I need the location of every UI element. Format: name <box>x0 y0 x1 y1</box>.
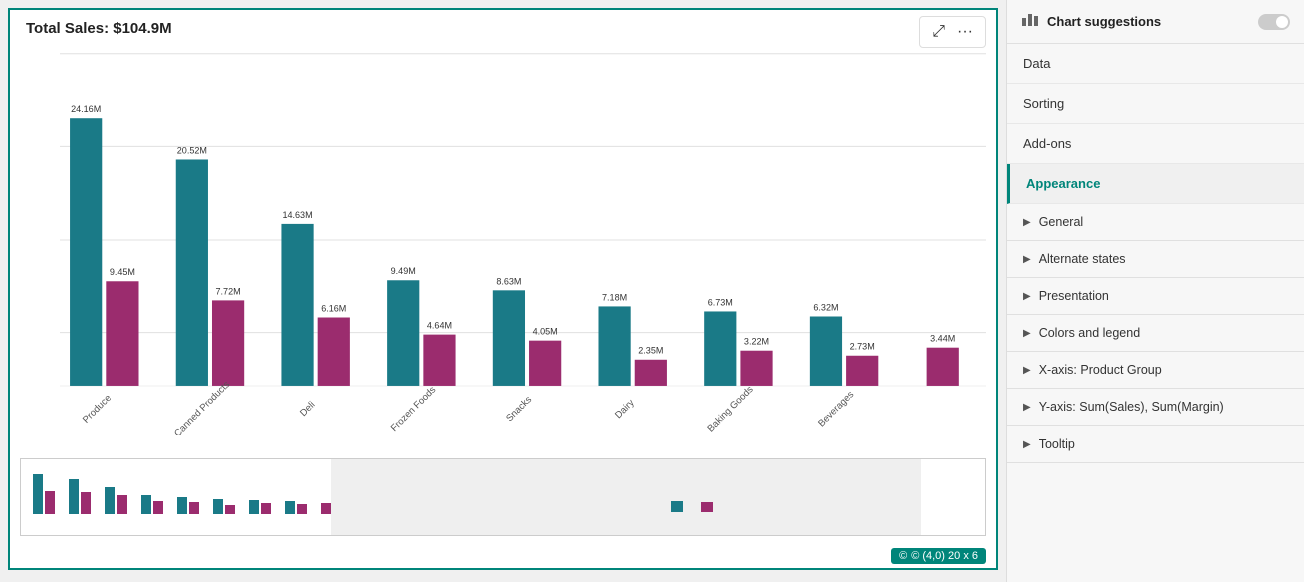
svg-text:Deli: Deli <box>298 400 317 419</box>
section-header-alternate-states[interactable]: ▶ Alternate states <box>1007 241 1304 277</box>
bar-sales-frozen[interactable] <box>387 280 419 386</box>
bar-sales-dairy[interactable] <box>598 306 630 386</box>
section-general: ▶ General <box>1007 204 1304 241</box>
section-header-presentation[interactable]: ▶ Presentation <box>1007 278 1304 314</box>
svg-text:3.44M: 3.44M <box>930 334 955 344</box>
chart-title: Total Sales: $104.9M <box>10 10 996 41</box>
bar-margin-dairy[interactable] <box>635 360 667 386</box>
svg-text:7.72M: 7.72M <box>216 286 241 296</box>
section-alternate-states: ▶ Alternate states <box>1007 241 1304 278</box>
right-panel: Chart suggestions Data Sorting Add-ons A… <box>1006 0 1304 582</box>
svg-text:6.73M: 6.73M <box>708 297 733 307</box>
section-header-general[interactable]: ▶ General <box>1007 204 1304 240</box>
chart-wrapper: ⤢ ··· Total Sales: $104.9M 30M 20M 10M 0 <box>8 8 998 570</box>
chevron-right-icon-alternate: ▶ <box>1023 254 1031 265</box>
svg-text:3.22M: 3.22M <box>744 337 769 347</box>
status-icon: © <box>899 550 907 562</box>
svg-text:Baking Goods: Baking Goods <box>705 384 755 434</box>
chevron-right-icon-general: ▶ <box>1023 217 1031 228</box>
chart-suggestions-toggle[interactable] <box>1258 14 1290 30</box>
bar-sales-baking[interactable] <box>704 311 736 385</box>
nav-item-appearance[interactable]: Appearance <box>1007 164 1304 204</box>
svg-text:9.45M: 9.45M <box>110 267 135 277</box>
svg-text:24.16M: 24.16M <box>71 104 101 114</box>
bar-chart-svg: 30M 20M 10M 0 24.16M 9.45M Produce <box>60 45 986 435</box>
svg-text:20.52M: 20.52M <box>177 145 207 155</box>
bar-sales-deli[interactable] <box>281 224 313 386</box>
svg-text:4.05M: 4.05M <box>533 327 558 337</box>
bar-margin-beverages[interactable] <box>846 356 878 386</box>
svg-text:6.16M: 6.16M <box>321 303 346 313</box>
section-presentation: ▶ Presentation <box>1007 278 1304 315</box>
section-label-y-axis: Y-axis: Sum(Sales), Sum(Margin) <box>1039 400 1224 414</box>
bar-sales-canned[interactable] <box>176 159 208 385</box>
svg-text:2.35M: 2.35M <box>638 346 663 356</box>
section-tooltip: ▶ Tooltip <box>1007 426 1304 463</box>
mini-chart-area <box>20 458 986 536</box>
nav-label-data: Data <box>1023 56 1050 71</box>
section-x-axis: ▶ X-axis: Product Group <box>1007 352 1304 389</box>
svg-text:Beverages: Beverages <box>816 389 856 429</box>
panel-header-title: Chart suggestions <box>1047 14 1258 29</box>
chart-container: ⤢ ··· Total Sales: $104.9M 30M 20M 10M 0 <box>0 0 1006 582</box>
bar-margin-deli[interactable] <box>318 318 350 386</box>
svg-text:Dairy: Dairy <box>613 397 637 421</box>
section-header-x-axis[interactable]: ▶ X-axis: Product Group <box>1007 352 1304 388</box>
bar-sales-snacks[interactable] <box>493 290 525 386</box>
nav-item-addons[interactable]: Add-ons <box>1007 124 1304 164</box>
section-colors-legend: ▶ Colors and legend <box>1007 315 1304 352</box>
nav-item-data[interactable]: Data <box>1007 44 1304 84</box>
svg-text:6.32M: 6.32M <box>813 302 838 312</box>
svg-text:Snacks: Snacks <box>504 394 534 424</box>
chevron-right-icon-yaxis: ▶ <box>1023 402 1031 413</box>
section-header-tooltip[interactable]: ▶ Tooltip <box>1007 426 1304 462</box>
chevron-right-icon-tooltip: ▶ <box>1023 439 1031 450</box>
status-text: © (4,0) 20 x 6 <box>911 550 978 562</box>
svg-text:8.63M: 8.63M <box>496 276 521 286</box>
bar-chart-icon <box>1021 10 1039 33</box>
status-bar: © © (4,0) 20 x 6 <box>891 548 986 564</box>
svg-text:4.64M: 4.64M <box>427 321 452 331</box>
svg-text:14.63M: 14.63M <box>282 210 312 220</box>
svg-text:Frozen Foods: Frozen Foods <box>389 384 439 434</box>
chevron-right-icon-xaxis: ▶ <box>1023 365 1031 376</box>
section-label-general: General <box>1039 215 1083 229</box>
bar-margin-produce[interactable] <box>106 281 138 386</box>
svg-text:2.73M: 2.73M <box>850 342 875 352</box>
bar-margin-canned[interactable] <box>212 300 244 386</box>
svg-text:7.18M: 7.18M <box>602 292 627 302</box>
section-label-x-axis: X-axis: Product Group <box>1039 363 1162 377</box>
more-options-button[interactable]: ··· <box>953 21 977 43</box>
bar-sales-beverages[interactable] <box>810 316 842 385</box>
section-header-y-axis[interactable]: ▶ Y-axis: Sum(Sales), Sum(Margin) <box>1007 389 1304 425</box>
bar-sales-produce[interactable] <box>70 118 102 386</box>
bar-chart-area: 30M 20M 10M 0 24.16M 9.45M Produce <box>10 41 996 471</box>
chart-toolbar: ⤢ ··· <box>919 16 986 48</box>
bar-margin-baking[interactable] <box>740 351 772 386</box>
section-y-axis: ▶ Y-axis: Sum(Sales), Sum(Margin) <box>1007 389 1304 426</box>
svg-text:Produce: Produce <box>81 393 114 426</box>
chevron-right-icon-presentation: ▶ <box>1023 291 1031 302</box>
bar-margin-frozen[interactable] <box>423 335 455 386</box>
chevron-right-icon-colors: ▶ <box>1023 328 1031 339</box>
expand-button[interactable]: ⤢ <box>928 21 949 43</box>
nav-label-appearance: Appearance <box>1026 176 1100 191</box>
nav-item-sorting[interactable]: Sorting <box>1007 84 1304 124</box>
section-label-tooltip: Tooltip <box>1039 437 1075 451</box>
section-label-colors-legend: Colors and legend <box>1039 326 1140 340</box>
svg-text:9.49M: 9.49M <box>391 266 416 276</box>
bar-margin-last[interactable] <box>927 348 959 386</box>
bar-margin-snacks[interactable] <box>529 341 561 386</box>
nav-label-sorting: Sorting <box>1023 96 1064 111</box>
svg-text:Canned Products: Canned Products <box>172 379 232 435</box>
mini-chart-svg <box>21 459 985 536</box>
nav-label-addons: Add-ons <box>1023 136 1071 151</box>
section-label-alternate-states: Alternate states <box>1039 252 1126 266</box>
section-header-colors-legend[interactable]: ▶ Colors and legend <box>1007 315 1304 351</box>
panel-header: Chart suggestions <box>1007 0 1304 44</box>
section-label-presentation: Presentation <box>1039 289 1109 303</box>
